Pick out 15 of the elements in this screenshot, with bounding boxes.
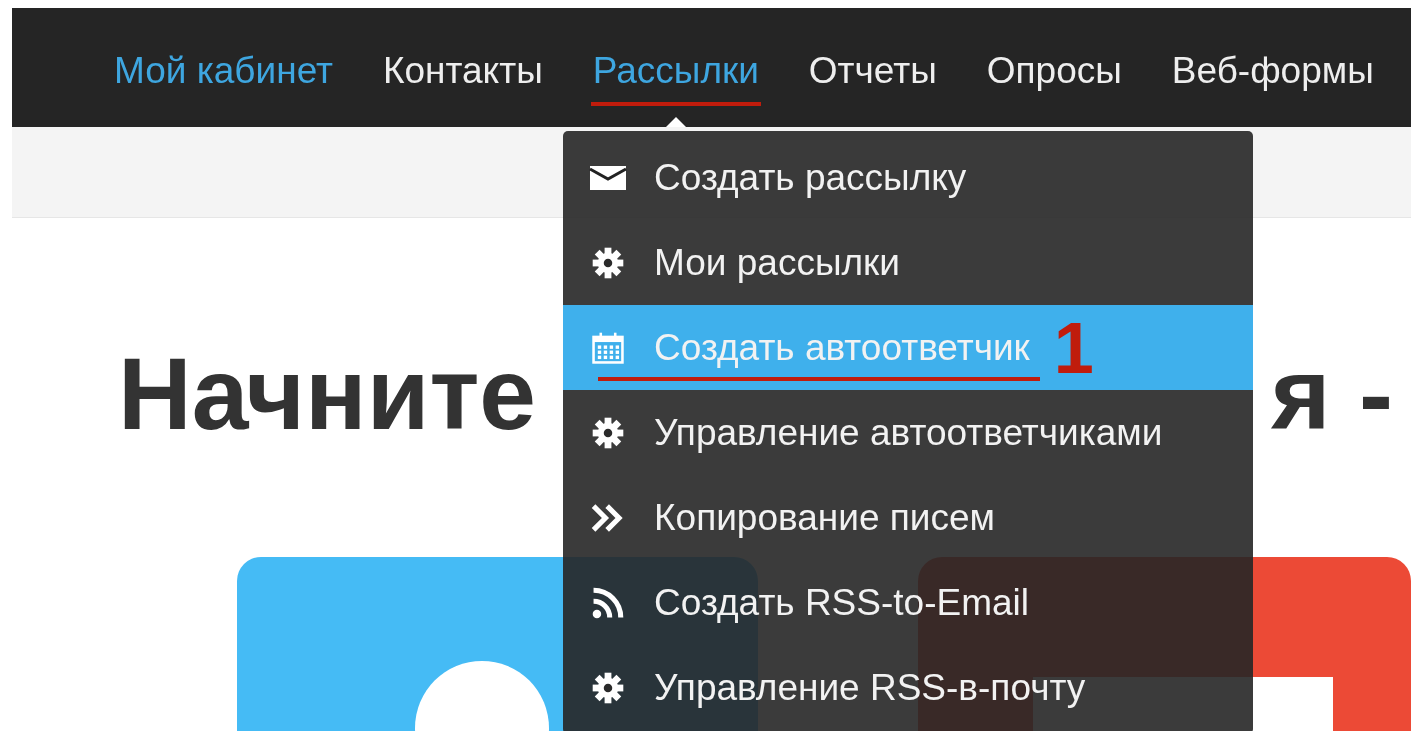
menu-item[interactable]: Копирование писем [563, 475, 1253, 560]
nav-link[interactable]: Отчеты [806, 35, 939, 106]
nav-link[interactable]: Рассылки [590, 35, 761, 106]
nav-link[interactable]: Опросы [984, 35, 1124, 106]
nav-link[interactable]: Мой кабинет [112, 35, 335, 106]
page-heading: Начните [118, 336, 537, 453]
nav-link[interactable]: Контакты [380, 35, 545, 106]
menu-item[interactable]: Управление автоответчиками [563, 390, 1253, 475]
nav-link[interactable]: Веб-формы [1169, 35, 1376, 106]
page-heading: я - [1271, 336, 1393, 453]
annotation-number: 1 [1053, 311, 1094, 384]
menu-item[interactable]: Создать рассылку [563, 135, 1253, 220]
menu-item[interactable]: Мои рассылки [563, 220, 1253, 305]
menu-item[interactable]: Создать RSS-to-Email [563, 560, 1253, 645]
menu-item[interactable]: Управление RSS-в-почту [563, 645, 1253, 730]
